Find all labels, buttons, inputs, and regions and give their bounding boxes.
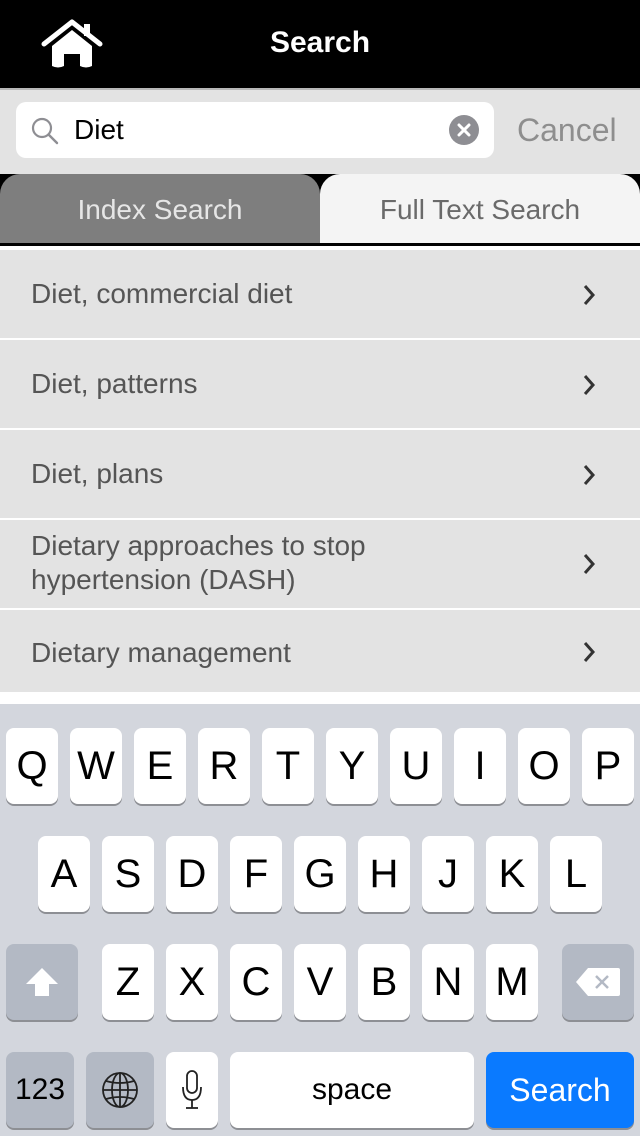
chevron-right-icon (583, 285, 596, 305)
cancel-button[interactable]: Cancel (517, 112, 617, 149)
key-e[interactable]: E (134, 728, 186, 804)
page-title: Search (269, 26, 371, 59)
key-c[interactable]: C (230, 944, 282, 1020)
dictation-key[interactable] (166, 1052, 218, 1128)
list-item-label-line2: hypertension (DASH) (31, 564, 296, 595)
nav-bar: Search (0, 0, 640, 88)
key-g[interactable]: G (294, 836, 346, 912)
list-item[interactable]: Diet, plans (0, 430, 640, 518)
chevron-right-icon (583, 465, 596, 485)
key-u[interactable]: U (390, 728, 442, 804)
search-icon (31, 117, 59, 145)
list-item[interactable]: Dietary management (0, 610, 640, 692)
key-k[interactable]: K (486, 836, 538, 912)
clear-search-button[interactable] (449, 115, 479, 145)
list-item-label: Diet, plans (31, 458, 164, 489)
key-o[interactable]: O (518, 728, 570, 804)
chevron-right-icon (583, 642, 596, 662)
keyboard: Q W E R T Y U I O P A S D F G H J K L Z … (0, 704, 640, 1136)
key-q[interactable]: Q (6, 728, 58, 804)
key-s[interactable]: S (102, 836, 154, 912)
key-v[interactable]: V (294, 944, 346, 1020)
delete-key[interactable] (562, 944, 634, 1020)
globe-key[interactable] (86, 1052, 154, 1128)
key-d[interactable]: D (166, 836, 218, 912)
search-input[interactable] (74, 110, 444, 150)
key-p[interactable]: P (582, 728, 634, 804)
key-y[interactable]: Y (326, 728, 378, 804)
key-w[interactable]: W (70, 728, 122, 804)
key-a[interactable]: A (38, 836, 90, 912)
list-item-label-line1: Dietary approaches to stop (31, 530, 366, 561)
list-item-label: Dietary approaches to stop hypertension … (31, 529, 366, 597)
list-item[interactable]: Diet, patterns (0, 340, 640, 428)
tab-full-text-search[interactable]: Full Text Search (320, 174, 640, 243)
key-h[interactable]: H (358, 836, 410, 912)
chevron-right-icon (583, 554, 596, 574)
key-z[interactable]: Z (102, 944, 154, 1020)
shift-key[interactable] (6, 944, 78, 1020)
key-m[interactable]: M (486, 944, 538, 1020)
search-return-key[interactable]: Search (486, 1052, 634, 1128)
backspace-icon (576, 968, 620, 996)
list-item-label: Diet, commercial diet (31, 278, 293, 309)
tab-index-search[interactable]: Index Search (0, 174, 320, 243)
key-l[interactable]: L (550, 836, 602, 912)
space-key[interactable]: space (230, 1052, 474, 1128)
key-x[interactable]: X (166, 944, 218, 1020)
key-i[interactable]: I (454, 728, 506, 804)
key-b[interactable]: B (358, 944, 410, 1020)
list-item-label: Diet, patterns (31, 368, 198, 399)
search-field[interactable] (16, 102, 494, 158)
list-item[interactable]: Dietary approaches to stop hypertension … (0, 520, 640, 608)
key-f[interactable]: F (230, 836, 282, 912)
list-item-label: Dietary management (31, 637, 291, 668)
clear-icon (457, 123, 471, 137)
numbers-key[interactable]: 123 (6, 1052, 74, 1128)
globe-icon (102, 1072, 138, 1108)
microphone-icon (182, 1070, 202, 1109)
key-t[interactable]: T (262, 728, 314, 804)
key-r[interactable]: R (198, 728, 250, 804)
key-j[interactable]: J (422, 836, 474, 912)
key-n[interactable]: N (422, 944, 474, 1020)
search-mode-tabs: Index Search Full Text Search (0, 174, 640, 246)
chevron-right-icon (583, 375, 596, 395)
shift-arrow-icon (26, 968, 58, 996)
list-item[interactable]: Diet, commercial diet (0, 250, 640, 338)
search-bar: Cancel (0, 88, 640, 174)
results-list: Diet, commercial diet Diet, patterns Die… (0, 248, 640, 692)
